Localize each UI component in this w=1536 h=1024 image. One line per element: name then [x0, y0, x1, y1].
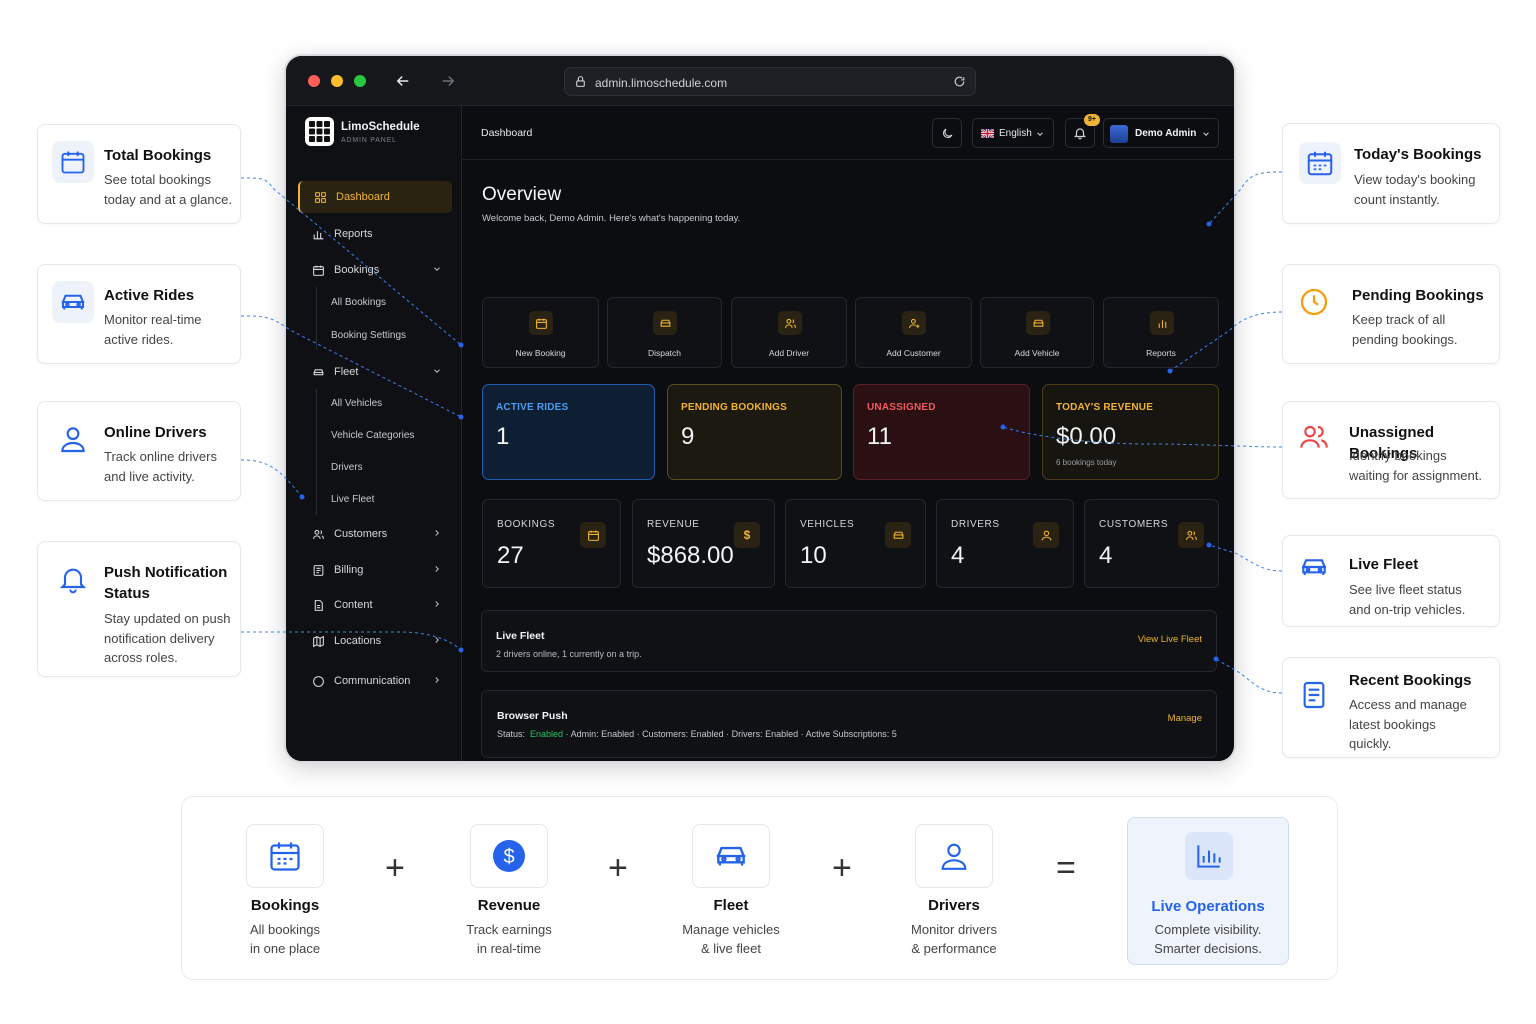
calendar-grid-icon — [246, 824, 324, 888]
dollar-circle-icon: $ — [470, 824, 548, 888]
plus-sign: + — [608, 849, 628, 887]
bar-chart-icon — [1185, 832, 1233, 880]
feature-title: Live Operations — [1151, 898, 1265, 915]
feature-title: Fleet — [713, 897, 749, 914]
feature-desc: Manage vehicles & live fleet — [682, 922, 780, 956]
feature-live-operations: Live Operations Complete visibility. Smar… — [1127, 817, 1289, 965]
feature-desc: Monitor drivers & performance — [911, 922, 997, 956]
feature-title: Revenue — [477, 897, 541, 914]
feature-desc: All bookings in one place — [249, 922, 321, 956]
svg-text:$: $ — [503, 846, 514, 868]
equals-sign: = — [1056, 849, 1076, 887]
plus-sign: + — [385, 849, 405, 887]
feature-title: Drivers — [928, 897, 980, 914]
plus-sign: + — [832, 849, 852, 887]
feature-equation: Bookings All bookings in one place + $ Re… — [181, 796, 1338, 980]
feature-desc: Track earnings in real-time — [466, 922, 552, 956]
user-icon — [915, 824, 993, 888]
feature-desc: Complete visibility. Smarter decisions. — [1154, 922, 1262, 956]
feature-title: Bookings — [250, 897, 320, 914]
car-icon — [692, 824, 770, 888]
